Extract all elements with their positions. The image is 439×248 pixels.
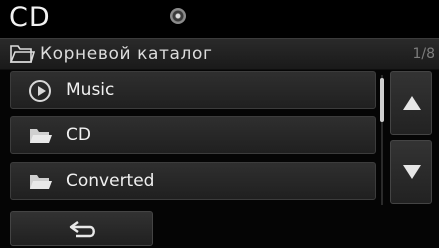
folder-icon (30, 129, 52, 143)
scrollbar-thumb[interactable] (380, 78, 384, 122)
list-item-music[interactable]: Music (10, 71, 376, 109)
play-circle-icon (29, 80, 51, 102)
screen-title: CD (9, 2, 51, 33)
current-folder-path: Корневой каталог (40, 44, 213, 64)
list-item-label: CD (66, 125, 91, 145)
folder-outline-icon (9, 45, 35, 63)
scroll-down-button[interactable] (390, 140, 432, 204)
list-item-label: Music (66, 80, 115, 100)
list-item-converted[interactable]: Converted (10, 162, 376, 200)
cd-browser-screen: CD Корневой каталог 1/8 Music CD Convert… (0, 0, 439, 248)
folder-icon (30, 175, 52, 189)
back-button[interactable] (10, 211, 153, 246)
arrow-down-icon (403, 165, 421, 179)
scroll-up-button[interactable] (390, 71, 432, 135)
list-item-cd[interactable]: CD (10, 116, 376, 154)
page-indicator: 1/8 (412, 46, 435, 62)
list-item-label: Converted (66, 171, 155, 191)
folder-path-bar: Корневой каталог 1/8 (0, 38, 439, 70)
disc-icon (170, 8, 186, 24)
arrow-up-icon (403, 96, 421, 110)
back-arrow-icon (69, 221, 95, 238)
title-bar: CD (0, 0, 439, 38)
